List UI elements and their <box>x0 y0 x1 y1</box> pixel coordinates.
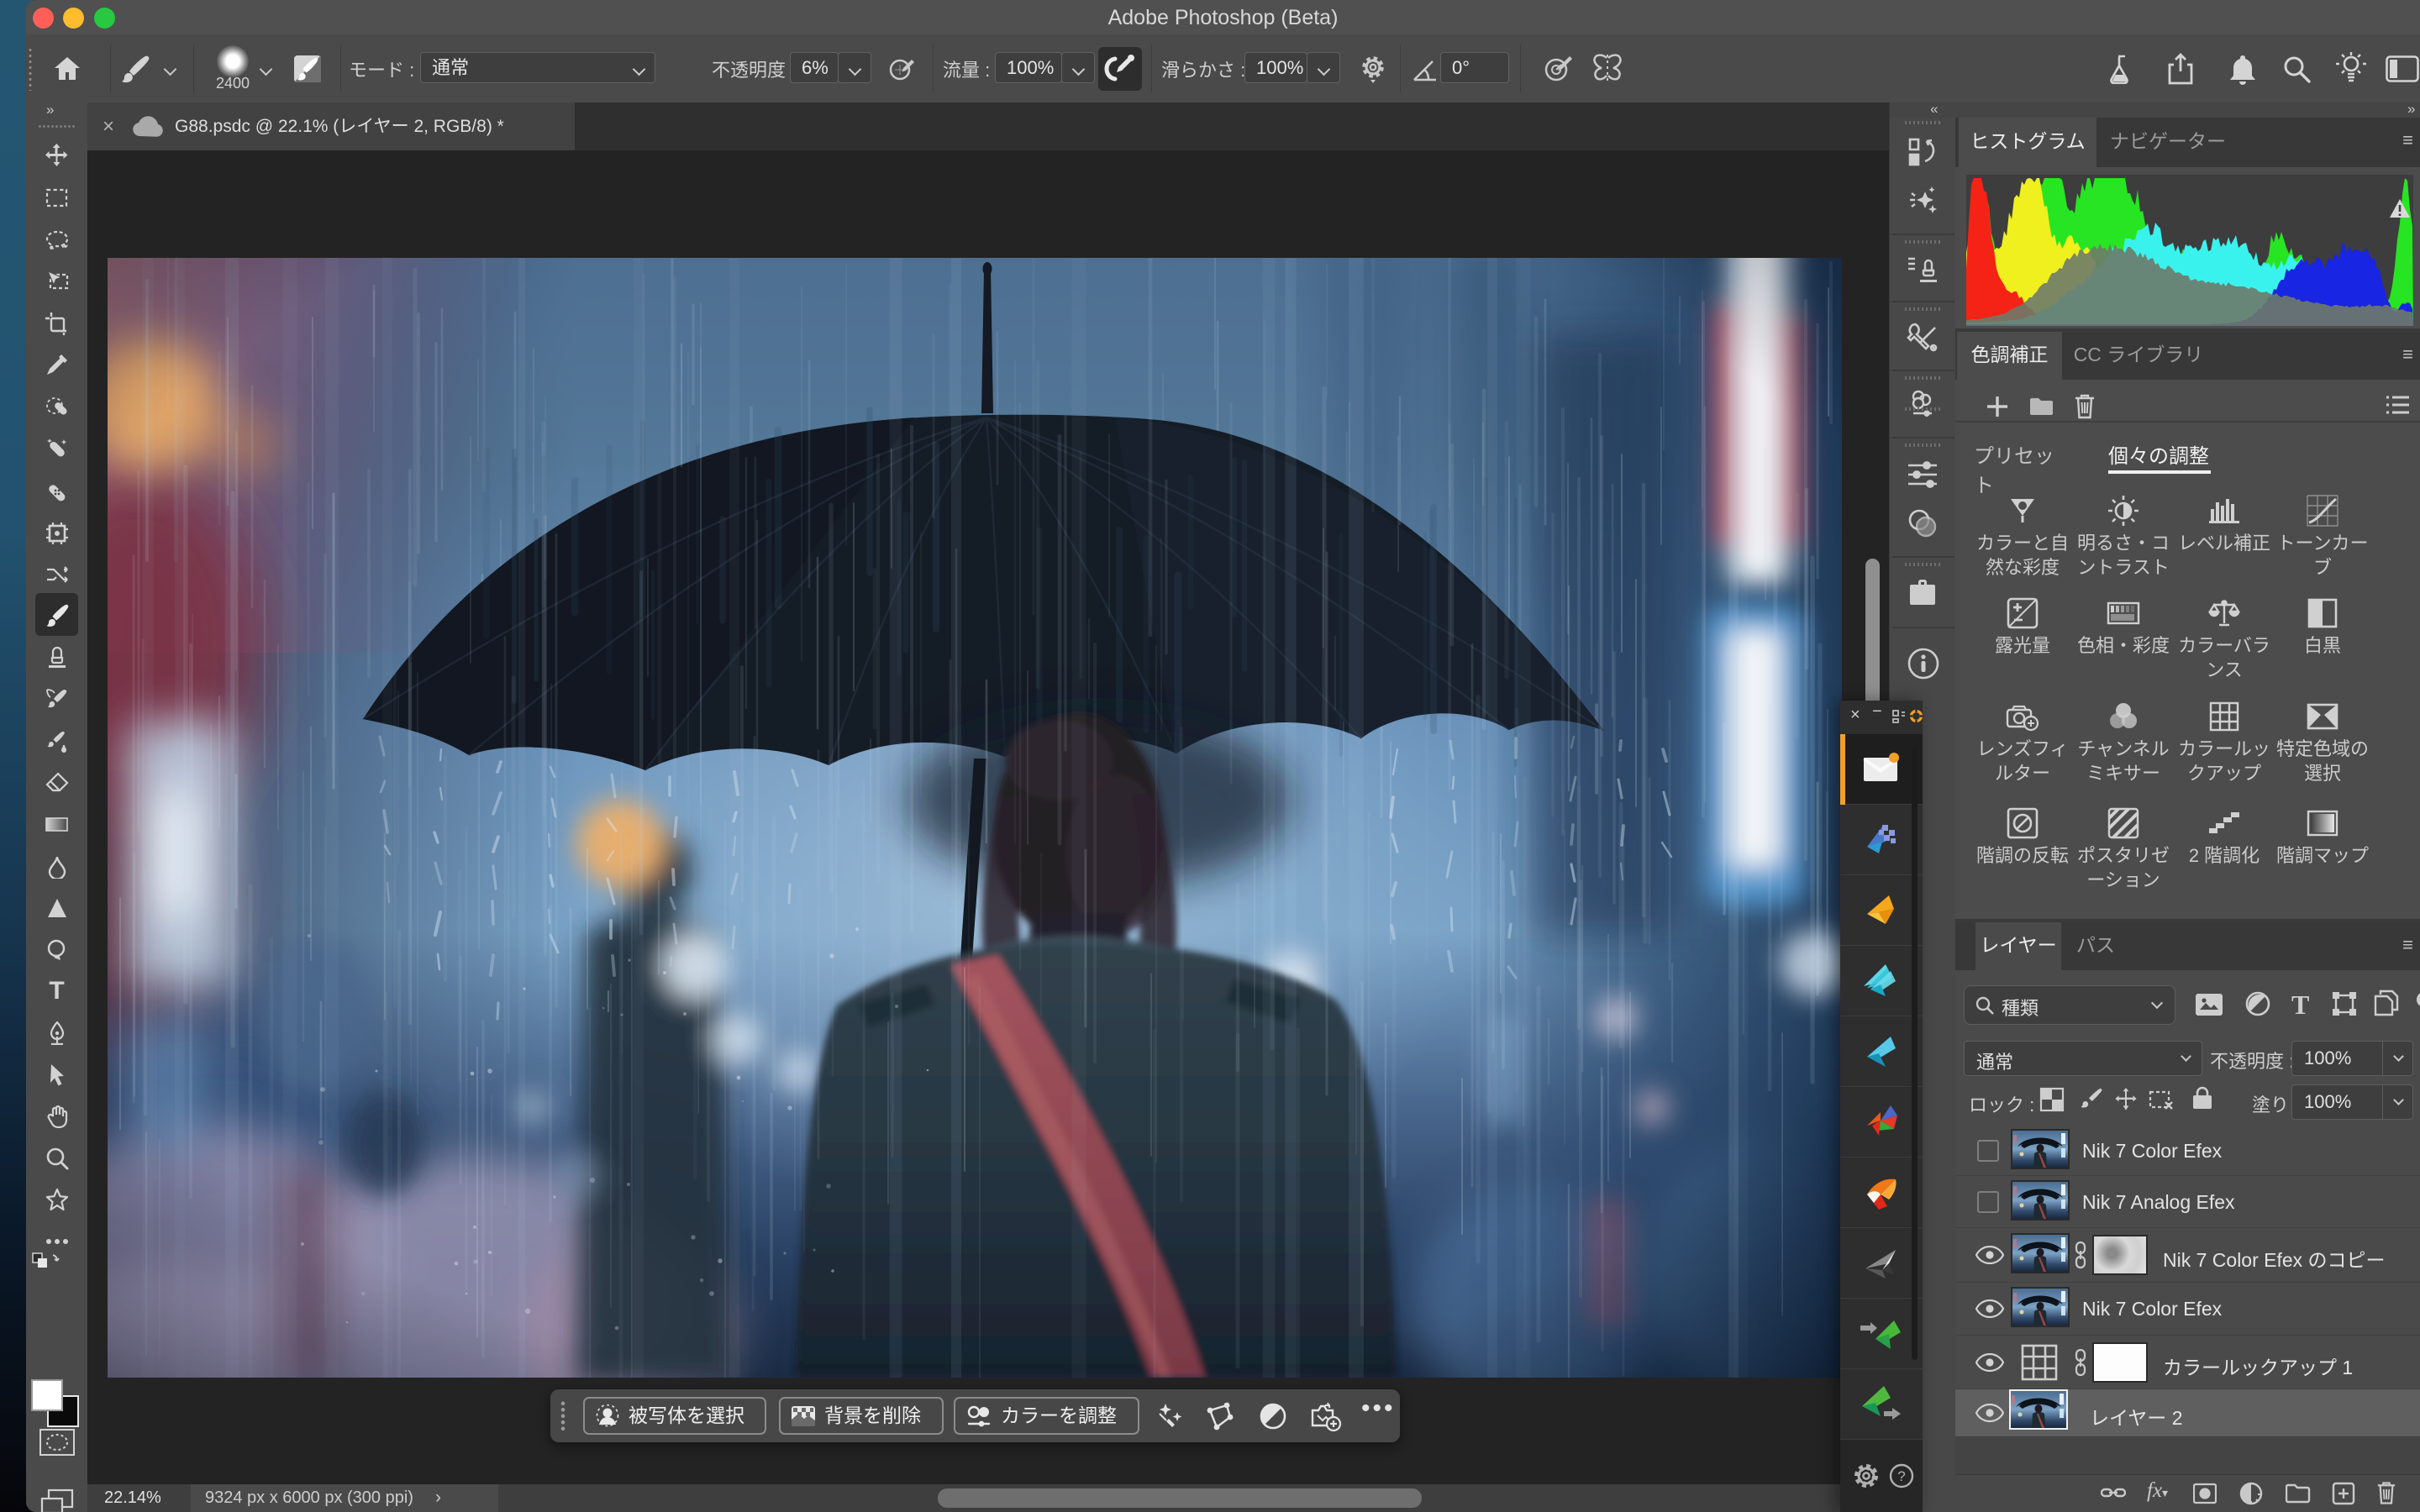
svg-text:?: ? <box>1897 1468 1905 1484</box>
